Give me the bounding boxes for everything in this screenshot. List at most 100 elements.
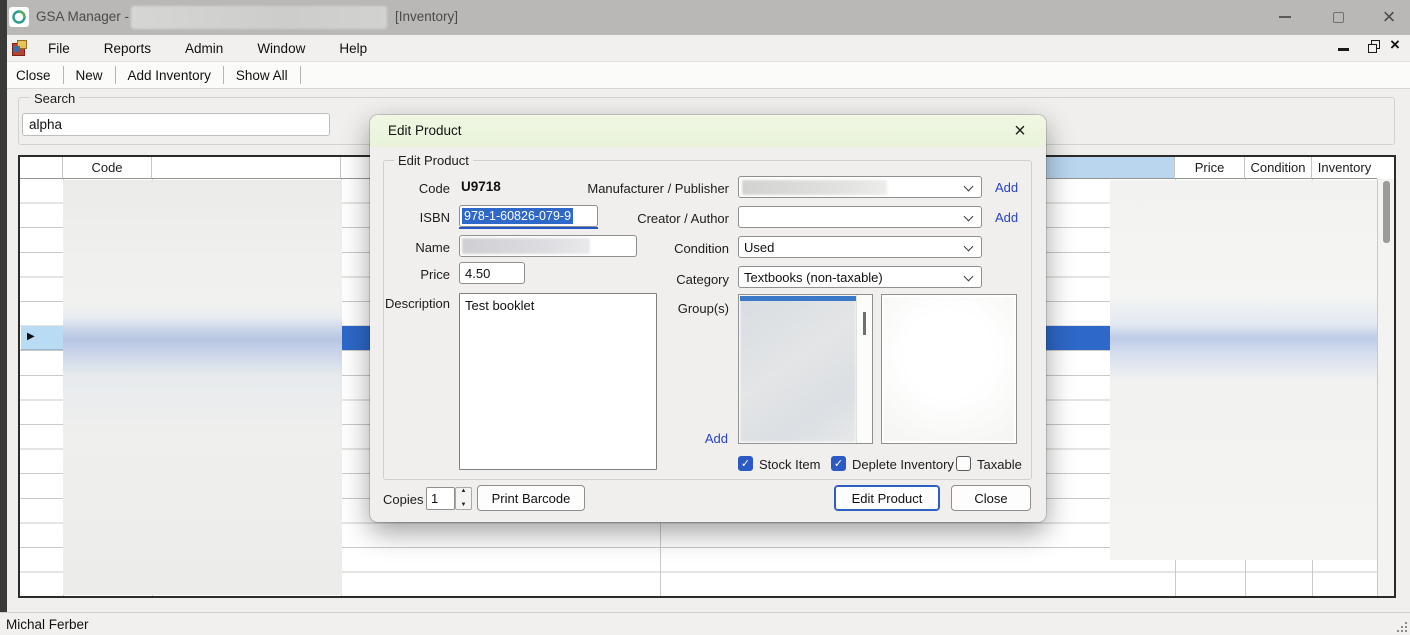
add-manufacturer-link[interactable]: Add — [995, 180, 1018, 195]
menu-admin[interactable]: Admin — [173, 37, 235, 60]
stock-item-checkbox[interactable]: ✓ — [738, 456, 753, 471]
creator-label: Creator / Author — [520, 211, 729, 226]
toolbar-separator — [63, 66, 64, 84]
description-field[interactable]: Test booklet — [459, 293, 657, 470]
selected-group-item — [740, 296, 856, 301]
menu-reports[interactable]: Reports — [92, 37, 163, 60]
deplete-inventory-label: Deplete Inventory — [852, 457, 954, 472]
chevron-down-icon — [964, 242, 974, 252]
add-group-link[interactable]: Add — [696, 431, 728, 446]
mdi-restore-icon[interactable] — [1368, 40, 1381, 53]
condition-label: Condition — [520, 241, 729, 256]
category-label: Category — [520, 272, 729, 287]
selected-row-header[interactable]: ▶ — [21, 326, 63, 350]
menu-bar: File Reports Admin Window Help × — [0, 35, 1410, 61]
code-label: Code — [380, 181, 450, 196]
column-header-inventory[interactable]: Inventory — [1312, 157, 1377, 179]
category-value: Textbooks (non-taxable) — [744, 270, 883, 285]
manufacturer-combobox[interactable] — [738, 176, 982, 198]
taxable-label: Taxable — [977, 457, 1022, 472]
app-logo-icon — [9, 7, 29, 27]
add-creator-link[interactable]: Add — [995, 210, 1018, 225]
window-title: GSA Manager - — [36, 9, 129, 24]
dialog-close-button[interactable]: Close — [951, 485, 1031, 511]
code-value: U9718 — [461, 179, 501, 194]
groups-listbox-selected[interactable] — [881, 294, 1017, 444]
status-user: Michal Ferber — [6, 617, 89, 632]
edit-product-group-label: Edit Product — [394, 153, 473, 168]
chevron-down-icon — [964, 182, 974, 192]
groups-label: Group(s) — [520, 301, 729, 316]
groups-listbox-available[interactable] — [738, 294, 873, 444]
column-header-code[interactable]: Code — [63, 157, 152, 179]
price-value: 4.50 — [465, 266, 490, 281]
price-label: Price — [380, 267, 450, 282]
creator-combobox[interactable] — [738, 206, 982, 228]
groups-list-scrollbar[interactable] — [856, 295, 872, 443]
copies-label: Copies — [383, 492, 423, 507]
menu-help[interactable]: Help — [327, 37, 379, 60]
deplete-inventory-checkbox[interactable]: ✓ — [831, 456, 846, 471]
menu-file[interactable]: File — [36, 37, 82, 60]
redacted-groups-list — [740, 296, 856, 442]
edit-product-button[interactable]: Edit Product — [834, 485, 940, 511]
chevron-down-icon — [964, 212, 974, 222]
toolbar-new-button[interactable]: New — [66, 64, 113, 87]
spinner-down-icon[interactable]: ▼ — [456, 502, 471, 508]
chevron-down-icon — [964, 272, 974, 282]
stock-item-label: Stock Item — [759, 457, 820, 472]
toolbar-add-inventory-button[interactable]: Add Inventory — [118, 64, 221, 87]
status-bar: Michal Ferber — [0, 612, 1410, 635]
category-combobox[interactable]: Textbooks (non-taxable) — [738, 266, 982, 288]
mdi-child-icon — [12, 40, 28, 56]
redacted-groups-list — [884, 297, 1014, 441]
toolbar-separator — [223, 66, 224, 84]
column-header-blank[interactable] — [152, 157, 341, 179]
current-row-marker-icon: ▶ — [27, 331, 35, 342]
app-window: GSA Manager - [Inventory] × File Reports… — [0, 0, 1410, 635]
resize-grip[interactable] — [1395, 620, 1407, 632]
redacted-grid-data — [1110, 180, 1377, 560]
grid-corner-header — [20, 157, 63, 179]
spinner-up-icon[interactable]: ▲ — [456, 488, 471, 494]
menu-window[interactable]: Window — [245, 37, 317, 60]
condition-value: Used — [744, 240, 774, 255]
scrollbar-thumb[interactable] — [863, 312, 866, 335]
window-edge — [0, 0, 7, 612]
condition-combobox[interactable]: Used — [738, 236, 982, 258]
maximize-button[interactable] — [1315, 2, 1361, 32]
redacted-manufacturer-value — [742, 180, 887, 195]
toolbar-separator — [115, 66, 116, 84]
toolbar: Close New Add Inventory Show All — [0, 61, 1410, 89]
redacted-title-text — [131, 6, 387, 29]
column-header-condition[interactable]: Condition — [1245, 157, 1312, 179]
window-doc-title: [Inventory] — [395, 9, 458, 24]
description-label: Description — [378, 296, 450, 311]
name-label: Name — [380, 240, 450, 255]
close-window-button[interactable]: × — [1366, 2, 1410, 32]
print-barcode-button[interactable]: Print Barcode — [477, 485, 585, 511]
search-group-label: Search — [30, 91, 79, 106]
price-field[interactable]: 4.50 — [459, 262, 525, 284]
minimize-button[interactable] — [1262, 2, 1308, 32]
redacted-grid-data — [63, 180, 342, 595]
search-input[interactable] — [22, 113, 330, 136]
dialog-close-icon[interactable]: × — [1006, 117, 1034, 145]
taxable-checkbox[interactable] — [956, 456, 971, 471]
toolbar-close-button[interactable]: Close — [6, 64, 61, 87]
toolbar-separator — [300, 66, 301, 84]
grid-vertical-scrollbar[interactable] — [1377, 179, 1394, 596]
manufacturer-label: Manufacturer / Publisher — [520, 181, 729, 196]
dialog-title: Edit Product — [388, 123, 462, 138]
copies-field[interactable]: 1 — [426, 487, 455, 510]
scrollbar-thumb[interactable] — [1383, 181, 1390, 243]
isbn-focus-underline — [459, 227, 598, 229]
mdi-minimize-icon[interactable] — [1338, 48, 1349, 51]
column-header-price[interactable]: Price — [1175, 157, 1245, 179]
copies-spinner[interactable]: ▲ ▼ — [455, 487, 472, 510]
window-titlebar: GSA Manager - [Inventory] × — [0, 0, 1410, 35]
isbn-label: ISBN — [380, 210, 450, 225]
edit-product-dialog: Edit Product × Edit Product Code U9718 I… — [370, 115, 1046, 522]
mdi-close-icon[interactable]: × — [1390, 35, 1400, 55]
toolbar-show-all-button[interactable]: Show All — [226, 64, 298, 87]
